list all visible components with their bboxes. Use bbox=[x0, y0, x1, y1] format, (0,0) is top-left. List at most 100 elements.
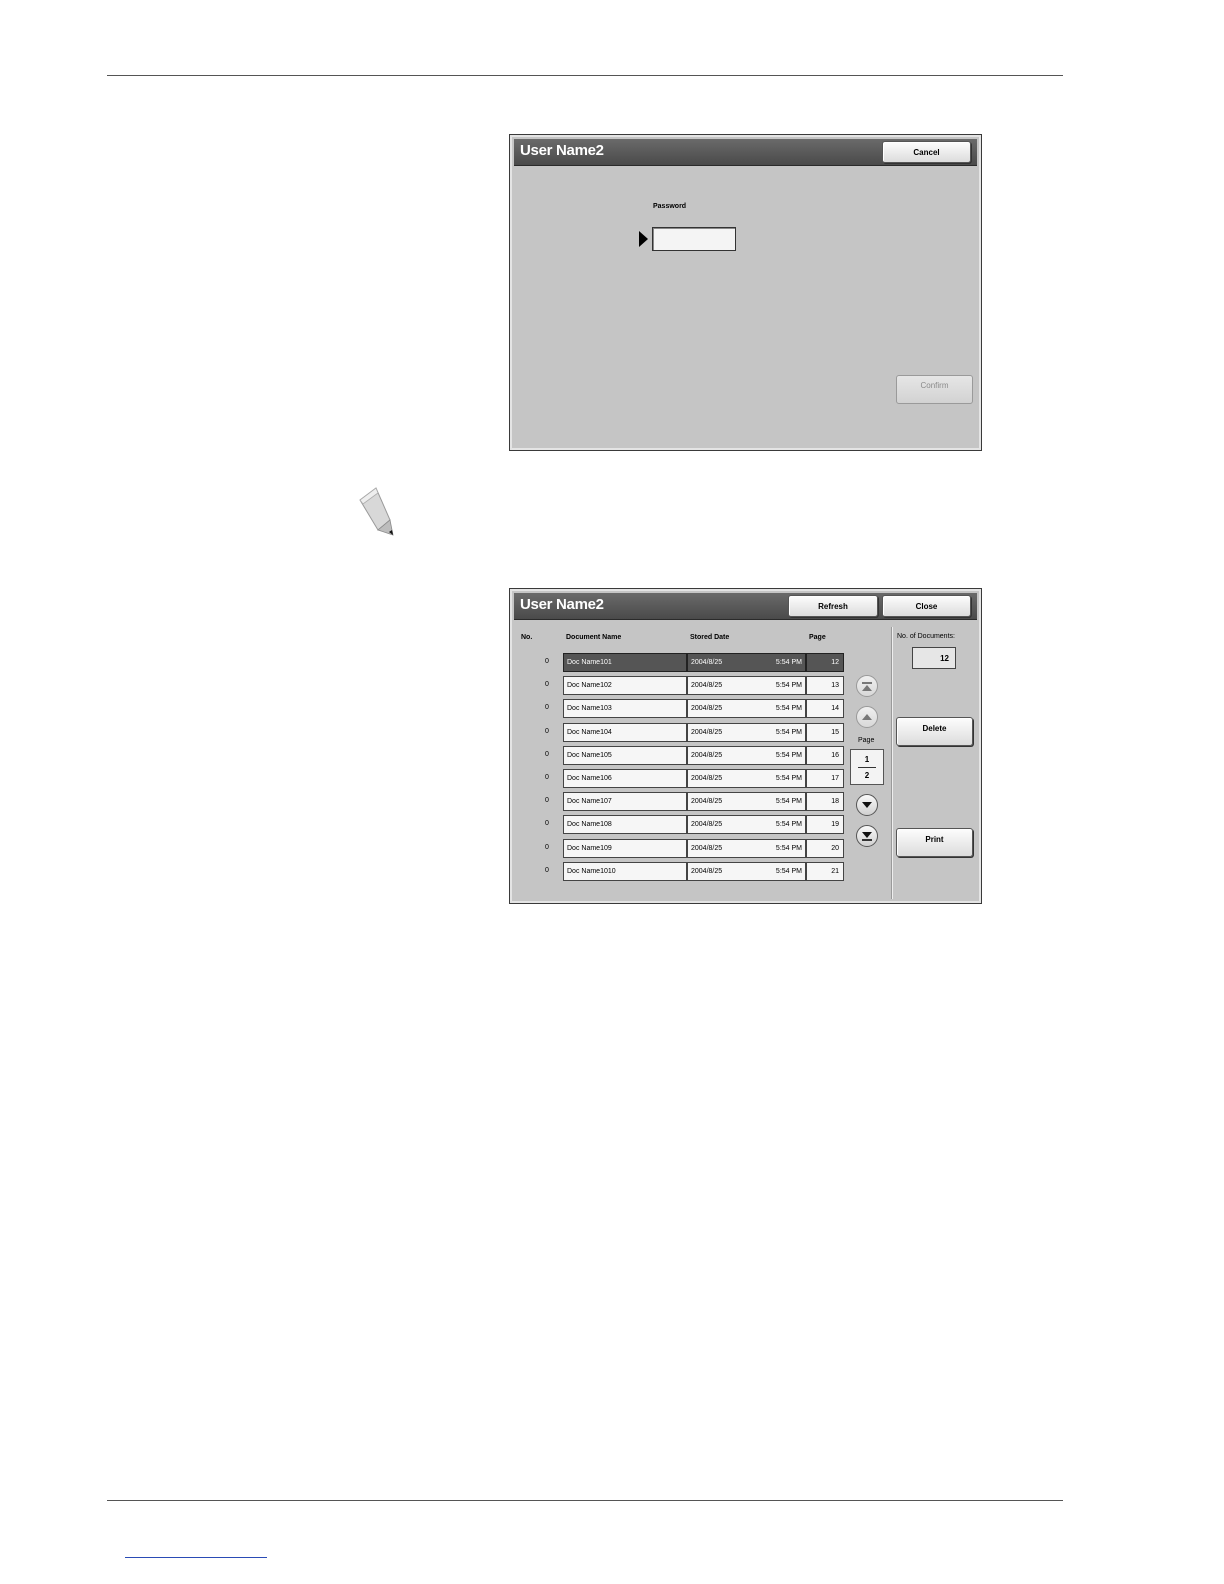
stored-time: 5:54 PM bbox=[775, 728, 802, 736]
row-number: 0 bbox=[545, 820, 549, 828]
stored-date: 2004/8/25 bbox=[691, 844, 723, 852]
row-number: 0 bbox=[545, 774, 549, 781]
stored-date: 2004/8/25 bbox=[691, 798, 723, 806]
page-count-cell[interactable]: 17 bbox=[806, 769, 844, 788]
page-count-cell[interactable]: 15 bbox=[806, 722, 844, 742]
password-label: Password bbox=[653, 203, 687, 210]
document-name-cell[interactable]: Doc Name105 bbox=[563, 745, 687, 765]
page-top-icon[interactable] bbox=[856, 675, 878, 697]
delete-button[interactable]: Delete bbox=[896, 717, 973, 746]
row-number: 0 bbox=[545, 658, 549, 665]
row-number: 0 bbox=[545, 704, 549, 712]
document-name-cell[interactable]: Doc Name107 bbox=[563, 792, 687, 812]
page-count-cell[interactable]: 16 bbox=[806, 745, 844, 765]
document-name-cell[interactable]: Doc Name103 bbox=[563, 699, 687, 719]
column-header-page: Page bbox=[809, 634, 826, 641]
total-pages: 2 bbox=[864, 771, 870, 780]
document-count-label: No. of Documents: bbox=[897, 633, 955, 640]
table-row[interactable]: 0 Doc Name101 2004/8/25 5:54 PM 12 bbox=[510, 653, 850, 673]
table-row[interactable]: 0 Doc Name109 2004/8/25 5:54 PM 20 bbox=[510, 838, 850, 859]
pointer-arrow-icon bbox=[639, 231, 648, 247]
stored-date-cell[interactable]: 2004/8/25 5:54 PM bbox=[687, 722, 806, 742]
document-name-cell[interactable]: Doc Name109 bbox=[563, 838, 687, 858]
page-label: Page bbox=[858, 737, 875, 744]
column-divider bbox=[891, 627, 892, 899]
stored-date: 2004/8/25 bbox=[691, 821, 723, 829]
page-divider bbox=[858, 767, 876, 768]
table-row[interactable]: 0 Doc Name104 2004/8/25 5:54 PM 15 bbox=[510, 722, 850, 743]
cancel-button[interactable]: Cancel bbox=[882, 141, 971, 163]
stored-time: 5:54 PM bbox=[775, 705, 802, 713]
table-row[interactable]: 0 Doc Name105 2004/8/25 5:54 PM 16 bbox=[510, 745, 850, 766]
stored-time: 5:54 PM bbox=[775, 821, 802, 829]
stored-date: 2004/8/25 bbox=[691, 705, 723, 713]
page-count-cell[interactable]: 21 bbox=[806, 861, 844, 881]
stored-date-cell[interactable]: 2004/8/25 5:54 PM bbox=[687, 861, 806, 881]
stored-time: 5:54 PM bbox=[775, 659, 802, 666]
stored-date-cell[interactable]: 2004/8/25 5:54 PM bbox=[687, 653, 806, 672]
row-number: 0 bbox=[545, 681, 549, 689]
document-name-cell[interactable]: Doc Name1010 bbox=[563, 861, 687, 881]
document-list: 0 Doc Name101 2004/8/25 5:54 PM 12 0 Doc Name1… bbox=[510, 653, 855, 885]
stored-date: 2004/8/25 bbox=[691, 867, 723, 875]
document-name-cell[interactable]: Doc Name102 bbox=[563, 676, 687, 696]
row-number: 0 bbox=[545, 750, 549, 758]
page-indicator: 1 2 bbox=[850, 749, 884, 785]
row-number: 0 bbox=[545, 797, 549, 805]
row-number: 0 bbox=[545, 727, 549, 735]
stored-date-cell[interactable]: 2004/8/25 5:54 PM bbox=[687, 838, 806, 858]
bottom-rule bbox=[107, 1500, 1063, 1501]
document-name-cell[interactable]: Doc Name106 bbox=[563, 769, 687, 788]
document-name-cell[interactable]: Doc Name104 bbox=[563, 722, 687, 742]
page-count-cell[interactable]: 19 bbox=[806, 815, 844, 835]
column-header-date: Stored Date bbox=[690, 634, 730, 641]
stored-time: 5:54 PM bbox=[775, 844, 802, 852]
page-count-cell[interactable]: 13 bbox=[806, 676, 844, 696]
stored-date-cell[interactable]: 2004/8/25 5:54 PM bbox=[687, 699, 806, 719]
row-number: 0 bbox=[545, 843, 549, 851]
document-list-dialog: User Name2 Refresh Close No. Document Na… bbox=[509, 588, 982, 904]
table-row[interactable]: 0 Doc Name1010 2004/8/25 5:54 PM 21 bbox=[510, 861, 850, 882]
confirm-button[interactable]: Confirm bbox=[896, 375, 973, 404]
password-dialog: User Name2 Cancel Password Confirm bbox=[509, 134, 982, 451]
stored-date-cell[interactable]: 2004/8/25 5:54 PM bbox=[687, 769, 806, 788]
stored-date: 2004/8/25 bbox=[691, 728, 723, 736]
document-name-cell[interactable]: Doc Name108 bbox=[563, 815, 687, 835]
print-button[interactable]: Print bbox=[896, 828, 973, 857]
pencil-icon bbox=[359, 487, 394, 536]
stored-date: 2004/8/25 bbox=[691, 775, 723, 782]
top-rule bbox=[107, 75, 1063, 76]
document-name-cell[interactable]: Doc Name101 bbox=[563, 653, 687, 672]
table-row[interactable]: 0 Doc Name103 2004/8/25 5:54 PM 14 bbox=[510, 699, 850, 719]
dialog-title: User Name2 bbox=[520, 142, 604, 159]
footer-link-underline[interactable] bbox=[125, 1557, 267, 1558]
column-header-name: Document Name bbox=[566, 634, 622, 641]
password-field[interactable] bbox=[652, 227, 736, 251]
stored-date-cell[interactable]: 2004/8/25 5:54 PM bbox=[687, 792, 806, 812]
page-bottom-icon[interactable] bbox=[856, 825, 878, 847]
stored-date: 2004/8/25 bbox=[691, 751, 723, 759]
stored-time: 5:54 PM bbox=[775, 775, 802, 782]
table-row[interactable]: 0 Doc Name102 2004/8/25 5:54 PM 13 bbox=[510, 676, 850, 696]
stored-time: 5:54 PM bbox=[775, 798, 802, 806]
page-up-icon[interactable] bbox=[856, 706, 878, 728]
current-page: 1 bbox=[864, 755, 870, 764]
page-count-cell[interactable]: 12 bbox=[806, 653, 844, 672]
stored-time: 5:54 PM bbox=[775, 751, 802, 759]
page-count-cell[interactable]: 14 bbox=[806, 699, 844, 719]
stored-date: 2004/8/25 bbox=[691, 682, 723, 690]
table-row[interactable]: 0 Doc Name107 2004/8/25 5:54 PM 18 bbox=[510, 792, 850, 812]
page-count-cell[interactable]: 20 bbox=[806, 838, 844, 858]
stored-date-cell[interactable]: 2004/8/25 5:54 PM bbox=[687, 815, 806, 835]
stored-date-cell[interactable]: 2004/8/25 5:54 PM bbox=[687, 745, 806, 765]
page-down-icon[interactable] bbox=[856, 794, 878, 816]
table-row[interactable]: 0 Doc Name108 2004/8/25 5:54 PM 19 bbox=[510, 815, 850, 835]
stored-time: 5:54 PM bbox=[775, 682, 802, 690]
page-count-cell[interactable]: 18 bbox=[806, 792, 844, 812]
table-row[interactable]: 0 Doc Name106 2004/8/25 5:54 PM 17 bbox=[510, 769, 850, 789]
dialog-title: User Name2 bbox=[520, 596, 604, 613]
close-button[interactable]: Close bbox=[882, 595, 971, 617]
refresh-button[interactable]: Refresh bbox=[788, 595, 878, 617]
column-header-no: No. bbox=[521, 634, 533, 641]
stored-date-cell[interactable]: 2004/8/25 5:54 PM bbox=[687, 676, 806, 696]
